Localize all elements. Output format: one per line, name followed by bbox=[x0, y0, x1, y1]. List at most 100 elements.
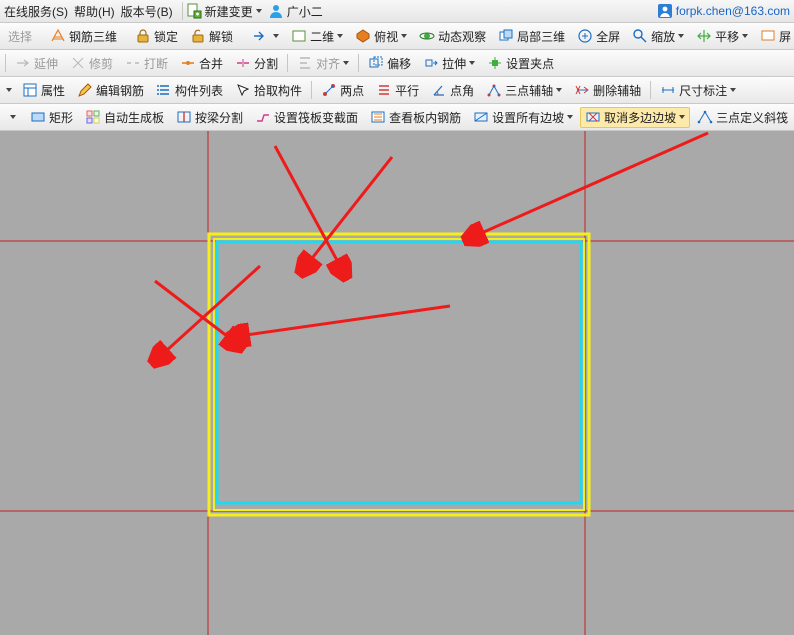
top-view-button[interactable]: 俯视 bbox=[350, 26, 412, 47]
three-point-slope-button[interactable]: 三点定义斜筏 bbox=[692, 107, 793, 128]
fullscreen-icon bbox=[577, 28, 593, 44]
separator bbox=[5, 54, 6, 72]
edit-rebar-label: 编辑钢筋 bbox=[96, 82, 144, 99]
local-3d-button[interactable]: 局部三维 bbox=[493, 26, 570, 47]
extend-label: 延伸 bbox=[34, 55, 58, 72]
pick-component-button[interactable]: 拾取构件 bbox=[230, 80, 307, 101]
angle-icon bbox=[431, 82, 447, 98]
menu-new-change-label: 新建变更 bbox=[205, 3, 253, 20]
unlock-button[interactable]: 解锁 bbox=[185, 26, 238, 47]
parallel-label: 平行 bbox=[395, 82, 419, 99]
list-icon bbox=[156, 82, 172, 98]
break-label: 打断 bbox=[144, 55, 168, 72]
join-label: 合并 bbox=[199, 55, 223, 72]
trim-icon bbox=[70, 55, 86, 71]
parallel-button[interactable]: 平行 bbox=[371, 80, 424, 101]
stretch-icon bbox=[423, 55, 439, 71]
quick-nav-button[interactable] bbox=[246, 26, 284, 46]
two-d-button[interactable]: 二维 bbox=[286, 26, 348, 47]
dropdown-icon[interactable] bbox=[6, 88, 12, 92]
toolbar-row-4: 矩形 自动生成板 按梁分割 设置筏板变截面 查看板内钢筋 设置所有边坡 取消多边… bbox=[0, 104, 794, 131]
arrow-right-icon bbox=[251, 28, 267, 44]
user-account[interactable]: forpk.chen@163.com bbox=[657, 3, 790, 19]
menu-online-service[interactable]: 在线服务(S) bbox=[4, 3, 68, 20]
top-view-label: 俯视 bbox=[374, 28, 398, 45]
dynamic-observe-button[interactable]: 动态观察 bbox=[414, 26, 491, 47]
screen-icon bbox=[760, 28, 776, 44]
screen-button[interactable]: 屏 bbox=[755, 26, 794, 47]
dropdown-icon bbox=[678, 34, 684, 38]
zoom-icon bbox=[632, 28, 648, 44]
two-point-button[interactable]: 两点 bbox=[316, 80, 369, 101]
separator bbox=[182, 2, 183, 20]
align-icon bbox=[297, 55, 313, 71]
three-point-icon bbox=[486, 82, 502, 98]
dynamic-observe-label: 动态观察 bbox=[438, 28, 486, 45]
split-icon bbox=[235, 55, 251, 71]
zoom-button[interactable]: 缩放 bbox=[627, 26, 689, 47]
two-d-label: 二维 bbox=[310, 28, 334, 45]
rebar-3d-button[interactable]: 钢筋三维 bbox=[45, 26, 122, 47]
component-list-button[interactable]: 构件列表 bbox=[151, 80, 228, 101]
menu-version[interactable]: 版本号(B) bbox=[121, 3, 173, 20]
extend-icon bbox=[15, 55, 31, 71]
offset-button[interactable]: 偏移 bbox=[363, 53, 416, 74]
lock-icon bbox=[135, 28, 151, 44]
selection-rect-inner bbox=[214, 239, 584, 510]
properties-button[interactable]: 属性 bbox=[17, 80, 70, 101]
separator bbox=[287, 54, 288, 72]
drawing-canvas[interactable] bbox=[0, 131, 794, 635]
menu-guang-xiao-er[interactable]: 广小二 bbox=[268, 3, 323, 20]
toolbar-row-2: 延伸 修剪 打断 合并 分割 对齐 偏移 拉伸 设置夹点 bbox=[0, 50, 794, 77]
dropdown-icon bbox=[469, 61, 475, 65]
menu-help[interactable]: 帮助(H) bbox=[74, 3, 115, 20]
user-label: forpk.chen@163.com bbox=[676, 4, 790, 18]
set-all-slopes-button[interactable]: 设置所有边坡 bbox=[468, 107, 578, 128]
pan-icon bbox=[696, 28, 712, 44]
rectangle-icon bbox=[30, 109, 46, 125]
align-button[interactable]: 对齐 bbox=[292, 53, 354, 74]
dropdown-icon bbox=[337, 34, 343, 38]
rectangle-button[interactable]: 矩形 bbox=[25, 107, 78, 128]
dimension-button[interactable]: 尺寸标注 bbox=[655, 80, 741, 101]
dropdown-icon[interactable] bbox=[10, 115, 16, 119]
stretch-button[interactable]: 拉伸 bbox=[418, 53, 480, 74]
pencil-icon bbox=[77, 82, 93, 98]
cancel-multi-slope-button[interactable]: 取消多边边坡 bbox=[580, 107, 690, 128]
split-label: 分割 bbox=[254, 55, 278, 72]
pan-button[interactable]: 平移 bbox=[691, 26, 753, 47]
menu-new-change[interactable]: 新建变更 bbox=[186, 3, 262, 20]
set-clamp-button[interactable]: 设置夹点 bbox=[482, 53, 559, 74]
break-button[interactable]: 打断 bbox=[120, 53, 173, 74]
lock-button[interactable]: 锁定 bbox=[130, 26, 183, 47]
point-angle-button[interactable]: 点角 bbox=[426, 80, 479, 101]
delete-aux-button[interactable]: 删除辅轴 bbox=[569, 80, 646, 101]
trim-button[interactable]: 修剪 bbox=[65, 53, 118, 74]
auto-slab-icon bbox=[85, 109, 101, 125]
fullscreen-button[interactable]: 全屏 bbox=[572, 26, 625, 47]
split-beam-icon bbox=[176, 109, 192, 125]
select-button[interactable]: 选择 bbox=[3, 26, 37, 47]
view-rebar-in-slab-button[interactable]: 查看板内钢筋 bbox=[365, 107, 466, 128]
join-button[interactable]: 合并 bbox=[175, 53, 228, 74]
three-point-aux-button[interactable]: 三点辅轴 bbox=[481, 80, 567, 101]
dropdown-icon bbox=[679, 115, 685, 119]
split-by-beam-button[interactable]: 按梁分割 bbox=[171, 107, 248, 128]
rebar-3d-label: 钢筋三维 bbox=[69, 28, 117, 45]
three-point-slope-icon bbox=[697, 109, 713, 125]
auto-gen-slab-label: 自动生成板 bbox=[104, 109, 164, 126]
split-button[interactable]: 分割 bbox=[230, 53, 283, 74]
stretch-label: 拉伸 bbox=[442, 55, 466, 72]
three-point-aux-label: 三点辅轴 bbox=[505, 82, 553, 99]
dropdown-icon bbox=[742, 34, 748, 38]
auto-gen-slab-button[interactable]: 自动生成板 bbox=[80, 107, 169, 128]
dropdown-icon bbox=[730, 88, 736, 92]
extend-button[interactable]: 延伸 bbox=[10, 53, 63, 74]
local-3d-label: 局部三维 bbox=[517, 28, 565, 45]
fullscreen-label: 全屏 bbox=[596, 28, 620, 45]
edit-rebar-button[interactable]: 编辑钢筋 bbox=[72, 80, 149, 101]
component-list-label: 构件列表 bbox=[175, 82, 223, 99]
menu-guang-label: 广小二 bbox=[287, 3, 323, 20]
set-raft-section-button[interactable]: 设置筏板变截面 bbox=[250, 107, 363, 128]
dimension-icon bbox=[660, 82, 676, 98]
